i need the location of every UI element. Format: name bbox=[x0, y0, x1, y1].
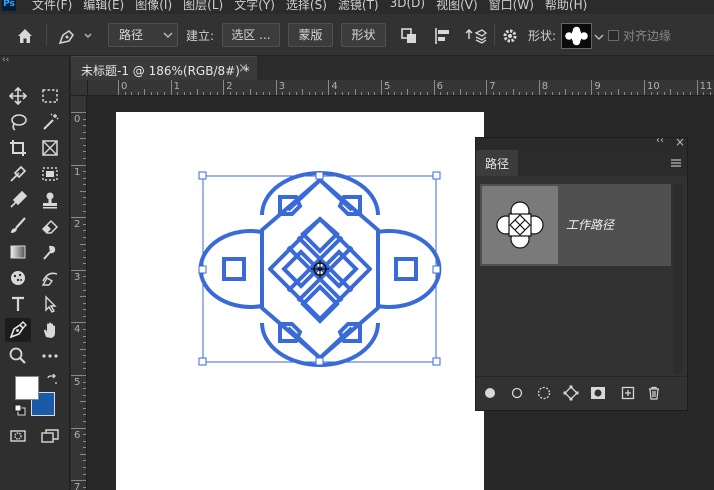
add-mask-button[interactable] bbox=[588, 383, 608, 403]
new-path-button[interactable] bbox=[618, 383, 638, 403]
close-panel-icon[interactable]: × bbox=[675, 135, 685, 149]
panel-tab-row: 路径 bbox=[476, 150, 687, 176]
trash-icon bbox=[649, 386, 659, 400]
load-selection-button[interactable] bbox=[534, 383, 554, 403]
panel-footer bbox=[476, 376, 687, 410]
paths-panel: ‹‹ × 路径 工作路径 bbox=[475, 135, 688, 411]
path-item-name: 工作路径 bbox=[566, 218, 615, 232]
path-item-work-path[interactable]: 工作路径 bbox=[480, 184, 671, 266]
mask-icon bbox=[591, 387, 605, 399]
new-path-icon bbox=[621, 386, 635, 400]
tab-paths-label: 路径 bbox=[485, 157, 510, 171]
chinese-knot-thumbnail-icon bbox=[496, 201, 544, 249]
make-work-path-icon bbox=[563, 385, 579, 401]
panel-scrollbar[interactable] bbox=[673, 184, 683, 374]
panel-header: ‹‹ × bbox=[476, 135, 687, 150]
fill-path-icon bbox=[485, 388, 495, 398]
panel-menu-icon[interactable] bbox=[670, 158, 682, 168]
fill-path-button[interactable] bbox=[480, 383, 500, 403]
load-selection-icon bbox=[537, 386, 551, 400]
delete-path-button[interactable] bbox=[644, 383, 664, 403]
tab-paths[interactable]: 路径 bbox=[476, 150, 518, 176]
collapse-panel-icon[interactable]: ‹‹ bbox=[656, 135, 664, 146]
stroke-path-button[interactable] bbox=[507, 383, 527, 403]
make-work-path-button[interactable] bbox=[561, 383, 581, 403]
stroke-path-icon bbox=[511, 387, 523, 399]
path-thumbnail bbox=[482, 186, 558, 264]
